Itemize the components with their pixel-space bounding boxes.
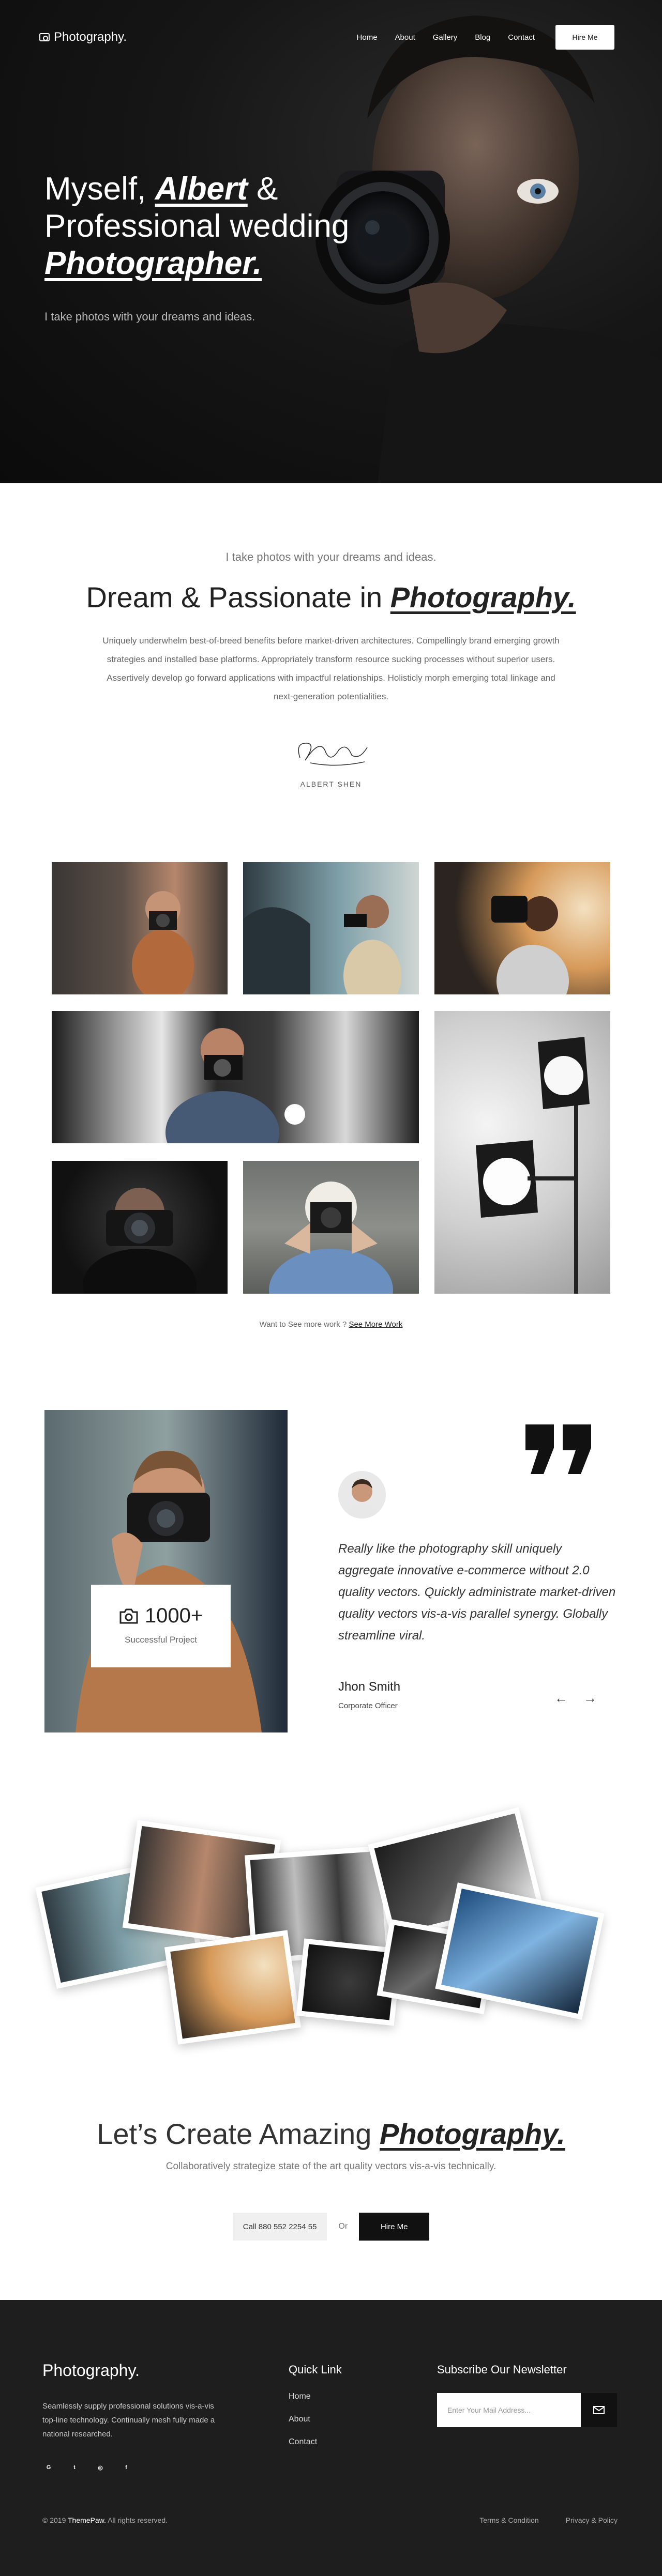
twitter-icon[interactable]: t xyxy=(68,2461,81,2474)
intro-title-b: Photography. xyxy=(390,581,576,614)
intro-section: I take photos with your dreams and ideas… xyxy=(0,483,662,788)
nav-blog[interactable]: Blog xyxy=(475,33,490,42)
hire-me-button[interactable]: Hire Me xyxy=(555,25,614,50)
footer-link-home[interactable]: Home xyxy=(289,2392,317,2401)
next-arrow-icon[interactable]: → xyxy=(583,1690,597,1706)
cta-title: Let’s Create Amazing Photography. xyxy=(0,2117,662,2151)
gallery-photo-4[interactable] xyxy=(52,1011,419,1143)
copyright-text: All rights reserved. xyxy=(108,2516,168,2524)
hero-line1a: Myself, xyxy=(44,171,146,207)
newsletter-email-input[interactable]: Enter Your Mail Address... xyxy=(437,2393,581,2427)
signature-image xyxy=(298,743,368,766)
nav-about[interactable]: About xyxy=(395,33,415,42)
signature-name: ALBERT SHEN xyxy=(300,780,362,788)
site-logo[interactable]: Photography. xyxy=(39,30,127,44)
call-button[interactable]: Call 880 552 2254 55 xyxy=(232,2213,327,2241)
prev-arrow-icon[interactable]: ← xyxy=(554,1690,568,1706)
cta-subtitle: Collaboratively strategize state of the … xyxy=(166,2161,496,2172)
quick-link-title: Quick Link xyxy=(289,2363,342,2376)
facebook-icon[interactable]: f xyxy=(120,2461,132,2474)
counter-value: 1000+ xyxy=(144,1604,203,1627)
nav-gallery[interactable]: Gallery xyxy=(433,33,458,42)
gallery-grid xyxy=(52,862,610,1294)
hero-subtitle: I take photos with your dreams and ideas… xyxy=(44,310,255,323)
cta-title-b: Photography. xyxy=(380,2118,565,2150)
hero-photographer-image xyxy=(315,16,662,483)
hero-title: Myself, Albert & Professional wedding Ph… xyxy=(44,171,349,282)
main-menu: Home About Gallery Blog Contact xyxy=(357,33,535,42)
cta-hire-button[interactable]: Hire Me xyxy=(359,2213,430,2241)
camera-icon xyxy=(39,33,50,41)
quote-icon xyxy=(525,1424,591,1474)
hero-section: Photography. Home About Gallery Blog Con… xyxy=(0,0,662,483)
quick-links: Home About Contact xyxy=(289,2392,317,2460)
social-links: G t ◎ f xyxy=(42,2461,132,2474)
collage-photo-4 xyxy=(164,1930,302,2045)
testimonial-nav: ← → xyxy=(554,1690,597,1706)
counter-label: Successful Project xyxy=(125,1635,197,1645)
mail-icon xyxy=(593,2406,605,2414)
counter-value-row: 1000+ xyxy=(91,1604,231,1628)
cta-or: Or xyxy=(338,2222,348,2231)
cta-section: Let’s Create Amazing Photography. Collab… xyxy=(0,2117,662,2241)
logo-text: Photography. xyxy=(54,30,127,44)
copyright: © 2019 ThemePaw. All rights reserved. xyxy=(42,2516,168,2524)
cta-title-a: Let’s Create Amazing xyxy=(97,2118,372,2150)
top-nav: Photography. Home About Gallery Blog Con… xyxy=(39,25,614,50)
footer-link-contact[interactable]: Contact xyxy=(289,2437,317,2447)
testimonial-name: Jhon Smith xyxy=(338,1680,401,1694)
hero-line2: Professional wedding xyxy=(44,208,350,244)
copyright-year: © 2019 xyxy=(42,2516,66,2524)
newsletter-title: Subscribe Our Newsletter xyxy=(437,2363,567,2376)
testimonial-text: Really like the photography skill unique… xyxy=(338,1542,616,1643)
nav-home[interactable]: Home xyxy=(357,33,378,42)
terms-link[interactable]: Terms & Condition xyxy=(479,2516,538,2524)
gallery-photo-2[interactable] xyxy=(243,862,419,994)
nav-contact[interactable]: Contact xyxy=(508,33,535,42)
see-more-text: Want to See more work ? xyxy=(259,1320,347,1329)
footer-logo[interactable]: Photography. xyxy=(42,2361,140,2380)
gallery-photo-3[interactable] xyxy=(434,862,610,994)
gallery-photo-5[interactable] xyxy=(434,1011,610,1294)
testimonial-avatar xyxy=(338,1471,386,1519)
cta-actions: Call 880 552 2254 55 Or Hire Me xyxy=(0,2213,662,2241)
privacy-link[interactable]: Privacy & Policy xyxy=(566,2516,618,2524)
testimonial-role: Corporate Officer xyxy=(338,1701,398,1710)
newsletter-submit-button[interactable] xyxy=(581,2393,617,2427)
camera-icon xyxy=(119,1608,138,1623)
copyright-brand[interactable]: ThemePaw. xyxy=(68,2516,106,2524)
footer-description: Seamlessly supply professional solutions… xyxy=(42,2402,215,2439)
intro-title-a: Dream & Passionate in xyxy=(86,581,383,614)
instagram-icon[interactable]: ◎ xyxy=(94,2461,107,2474)
gallery-photo-1[interactable] xyxy=(52,862,228,994)
intro-body: Uniquely underwhelm best-of-breed benefi… xyxy=(102,636,560,701)
legal-links: Terms & Condition Privacy & Policy xyxy=(479,2516,618,2524)
photo-collage xyxy=(0,1793,662,2083)
google-icon[interactable]: G xyxy=(42,2461,55,2474)
project-counter: 1000+ Successful Project xyxy=(91,1585,231,1667)
intro-kicker: I take photos with your dreams and ideas… xyxy=(225,550,437,563)
see-more-link[interactable]: See More Work xyxy=(349,1320,402,1329)
hero-line3: Photographer. xyxy=(44,246,262,281)
hero-name: Albert xyxy=(155,171,248,207)
site-footer: Photography. Seamlessly supply professio… xyxy=(0,2300,662,2576)
gallery-photo-6[interactable] xyxy=(52,1161,228,1294)
intro-title: Dream & Passionate in Photography. xyxy=(0,580,662,614)
testimonial-photo xyxy=(44,1410,288,1732)
hero-line1c: & xyxy=(256,171,278,207)
footer-link-about[interactable]: About xyxy=(289,2415,317,2424)
gallery-photo-7[interactable] xyxy=(243,1161,419,1294)
see-more-row: Want to See more work ? See More Work xyxy=(0,1320,662,1329)
